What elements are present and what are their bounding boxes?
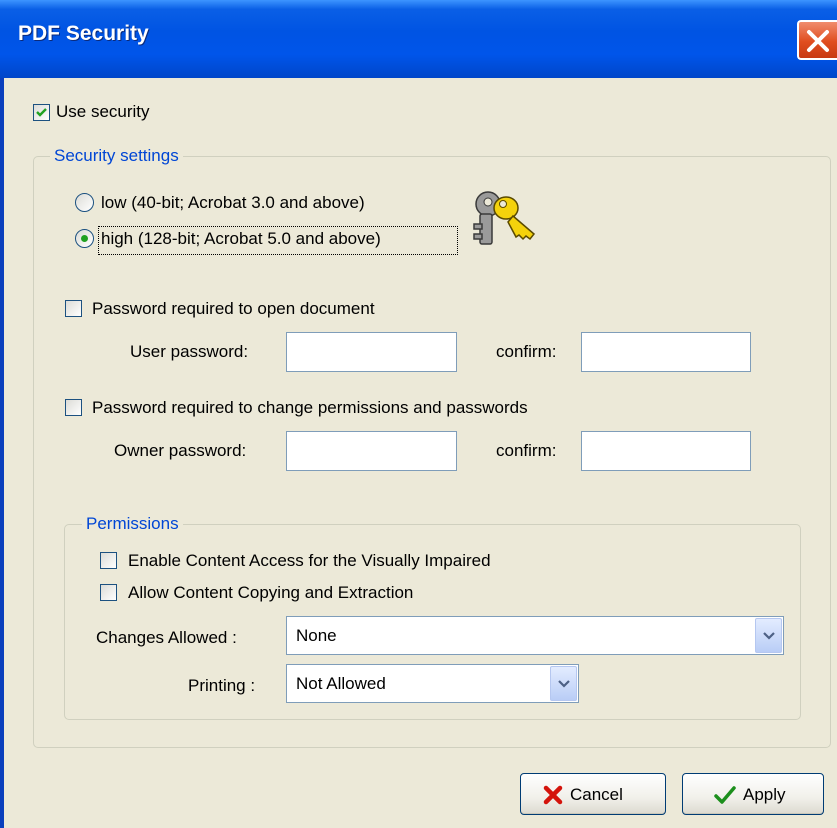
copying-label[interactable]: Allow Content Copying and Extraction: [128, 583, 413, 603]
user-password-input[interactable]: [286, 332, 457, 372]
open-password-checkbox[interactable]: [65, 300, 82, 317]
changes-allowed-value: None: [296, 626, 337, 645]
accessibility-label[interactable]: Enable Content Access for the Visually I…: [128, 551, 491, 571]
changes-allowed-label: Changes Allowed :: [96, 628, 237, 647]
user-password-confirm-label: confirm:: [496, 342, 557, 361]
user-password-confirm-input[interactable]: [581, 332, 751, 372]
printing-select[interactable]: Not Allowed: [286, 664, 579, 703]
owner-password-confirm-input[interactable]: [581, 431, 751, 471]
copying-checkbox[interactable]: [100, 584, 117, 601]
window-border: [0, 78, 4, 828]
close-button[interactable]: [797, 20, 837, 60]
changes-allowed-dropdown-button[interactable]: [755, 618, 782, 653]
chevron-down-icon: [558, 680, 570, 688]
close-icon: [807, 30, 829, 52]
printing-dropdown-button[interactable]: [550, 666, 577, 701]
cancel-label: Cancel: [570, 785, 623, 804]
cancel-button[interactable]: Cancel: [520, 773, 666, 815]
green-check-icon: [714, 786, 736, 804]
owner-password-confirm-label: confirm:: [496, 441, 557, 460]
encryption-high-label[interactable]: high (128-bit; Acrobat 5.0 and above): [101, 229, 381, 249]
owner-password-label: Owner password:: [114, 441, 247, 460]
window-title: PDF Security: [18, 22, 149, 45]
user-password-label: User password:: [130, 342, 249, 361]
apply-button[interactable]: Apply: [682, 773, 824, 815]
security-settings-legend: Security settings: [50, 146, 183, 166]
accessibility-checkbox[interactable]: [100, 552, 117, 569]
title-bar[interactable]: PDF Security: [0, 0, 837, 78]
encryption-high-radio[interactable]: [75, 229, 94, 248]
owner-password-input[interactable]: [286, 431, 457, 471]
encryption-low-label[interactable]: low (40-bit; Acrobat 3.0 and above): [101, 193, 365, 213]
permissions-legend: Permissions: [82, 514, 183, 534]
printing-label: Printing :: [188, 676, 256, 695]
permissions-password-label[interactable]: Password required to change permissions …: [92, 398, 528, 418]
encryption-low-radio[interactable]: [75, 193, 94, 212]
checkmark-icon: [36, 108, 47, 117]
apply-label: Apply: [743, 785, 786, 804]
permissions-password-checkbox[interactable]: [65, 399, 82, 416]
chevron-down-icon: [763, 632, 775, 640]
changes-allowed-select[interactable]: None: [286, 616, 784, 655]
use-security-label[interactable]: Use security: [56, 102, 150, 122]
printing-value: Not Allowed: [296, 674, 386, 693]
open-password-label[interactable]: Password required to open document: [92, 299, 375, 319]
use-security-checkbox[interactable]: [33, 104, 50, 121]
red-x-icon: [543, 785, 563, 805]
keys-icon: [473, 191, 536, 245]
